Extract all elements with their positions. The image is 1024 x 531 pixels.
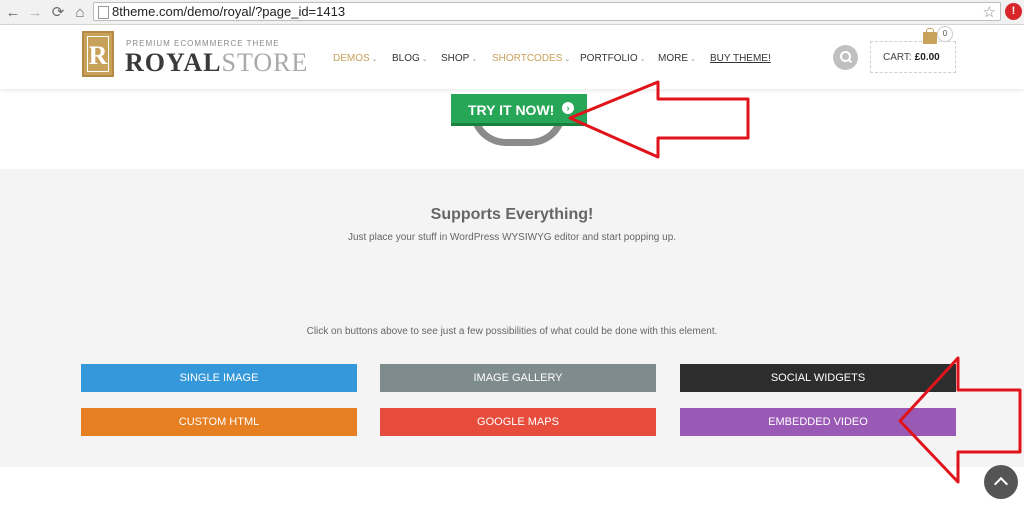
- cart-label: CART:: [883, 52, 912, 63]
- back-icon[interactable]: ←: [4, 3, 22, 21]
- menu-demos-label: DEMOS: [333, 53, 370, 64]
- forward-icon[interactable]: →: [26, 3, 44, 21]
- menu-shop[interactable]: SHOP ⌄: [441, 53, 477, 64]
- bookmark-star-icon[interactable]: ☆: [983, 3, 996, 21]
- cart-amount: £0.00: [914, 52, 940, 63]
- logo-tagline: PREMIUM ECOMMMERCE THEME: [126, 39, 280, 48]
- menu-demos[interactable]: DEMOS ⌄: [333, 53, 378, 64]
- address-url[interactable]: 8theme.com/demo/royal/?page_id=1413: [112, 4, 345, 19]
- logo-word-royal: ROYAL: [125, 48, 222, 77]
- section-note: Click on buttons above to see just a few…: [306, 326, 718, 337]
- logo-wordmark[interactable]: ROYALSTORE: [125, 48, 308, 78]
- shopping-bag-icon[interactable]: [923, 28, 937, 44]
- menu-shortcodes-label: SHORTCODES: [492, 53, 563, 64]
- annotation-arrow-top: [568, 80, 750, 159]
- embedded-video-button[interactable]: EMBEDDED VIDEO: [680, 408, 956, 436]
- scroll-to-top-button[interactable]: [984, 465, 1018, 499]
- page-icon: [98, 6, 109, 19]
- menu-shop-label: SHOP: [441, 53, 470, 64]
- browser-toolbar: ← → ⟳ ⌂ 8theme.com/demo/royal/?page_id=1…: [0, 0, 1024, 25]
- cart-count-badge: 0: [937, 26, 953, 42]
- chevron-up-icon: [993, 476, 1009, 492]
- search-icon[interactable]: [833, 45, 858, 70]
- menu-blog[interactable]: BLOG ⌄: [392, 53, 428, 64]
- site-header: R PREMIUM ECOMMMERCE THEME ROYALSTORE DE…: [0, 25, 1024, 89]
- menu-more[interactable]: MORE ⌄: [658, 53, 696, 64]
- social-widgets-button[interactable]: SOCIAL WIDGETS: [680, 364, 956, 392]
- chevron-down-icon: ⌄: [564, 56, 571, 63]
- logo-badge[interactable]: R: [82, 31, 114, 77]
- google-maps-button[interactable]: GOOGLE MAPS: [380, 408, 656, 436]
- logo-word-store: STORE: [221, 48, 309, 77]
- single-image-button[interactable]: SINGLE IMAGE: [81, 364, 357, 392]
- custom-html-button[interactable]: CUSTOM HTML: [81, 408, 357, 436]
- chevron-down-icon: ⌄: [421, 56, 428, 63]
- menu-blog-label: BLOG: [392, 53, 420, 64]
- section-subtitle: Just place your stuff in WordPress WYSIW…: [347, 232, 677, 243]
- menu-more-label: MORE: [658, 53, 688, 64]
- menu-buy-theme[interactable]: BUY THEME!: [710, 53, 771, 64]
- menu-shortcodes[interactable]: SHORTCODES ⌄: [492, 53, 570, 64]
- menu-portfolio[interactable]: PORTFOLIO ⌄: [580, 53, 645, 64]
- chevron-down-icon: ⌄: [639, 56, 646, 63]
- try-it-now-button[interactable]: TRY IT NOW! ›: [451, 94, 587, 126]
- chevron-down-icon: ⌄: [471, 56, 478, 63]
- cart-button[interactable]: CART: £0.00: [870, 41, 956, 73]
- arrow-right-icon: ›: [562, 102, 574, 114]
- home-icon[interactable]: ⌂: [71, 3, 89, 21]
- section-title: Supports Everything!: [430, 206, 594, 223]
- address-bar[interactable]: 8theme.com/demo/royal/?page_id=1413 ☆: [93, 2, 1001, 21]
- try-it-now-label: TRY IT NOW!: [468, 102, 555, 118]
- reload-icon[interactable]: ⟳: [49, 3, 67, 21]
- logo-letter: R: [87, 36, 109, 72]
- chevron-down-icon: ⌄: [690, 56, 696, 63]
- image-gallery-button[interactable]: IMAGE GALLERY: [380, 364, 656, 392]
- menu-portfolio-label: PORTFOLIO: [580, 53, 638, 64]
- chevron-down-icon: ⌄: [371, 56, 378, 63]
- extension-icon[interactable]: !: [1005, 3, 1022, 20]
